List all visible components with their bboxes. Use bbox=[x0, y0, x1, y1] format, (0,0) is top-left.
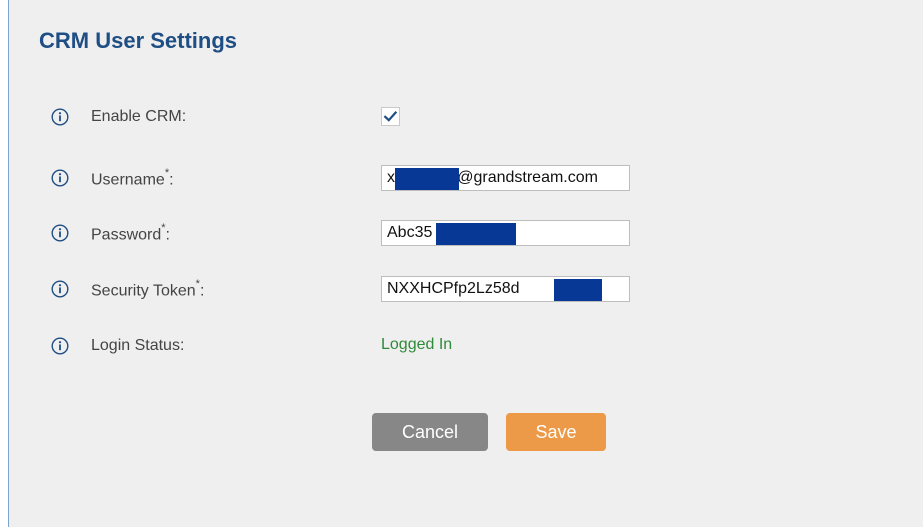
required-mark: * bbox=[195, 278, 200, 290]
info-icon[interactable] bbox=[51, 224, 69, 242]
row-security-token: Security Token*: NXXHCPfp2Lz58d 4G bbox=[51, 276, 851, 306]
redaction-block bbox=[395, 168, 459, 190]
enable-crm-label: Enable CRM: bbox=[91, 108, 187, 125]
required-mark: * bbox=[164, 167, 170, 179]
info-icon[interactable] bbox=[51, 337, 69, 355]
username-input[interactable]: x g@grandstream.com bbox=[381, 165, 630, 191]
info-icon[interactable] bbox=[51, 108, 69, 126]
cancel-button[interactable]: Cancel bbox=[372, 413, 488, 451]
redaction-block bbox=[554, 279, 602, 301]
row-username: Username*: x g@grandstream.com bbox=[51, 165, 851, 195]
info-icon[interactable] bbox=[51, 280, 69, 298]
required-mark: * bbox=[161, 222, 166, 234]
redaction-block bbox=[436, 223, 516, 245]
login-status-value: Logged In bbox=[381, 336, 453, 353]
password-input[interactable]: Abc35 bbox=[381, 220, 630, 246]
login-status-label: Login Status: bbox=[91, 337, 185, 354]
username-label: Username*: bbox=[91, 167, 174, 189]
row-login-status: Login Status: Logged In bbox=[51, 333, 851, 363]
security-token-input[interactable]: NXXHCPfp2Lz58d 4G bbox=[381, 276, 630, 302]
security-token-label: Security Token*: bbox=[91, 278, 205, 300]
crm-settings-panel: CRM User Settings Enable CRM: Username*:… bbox=[8, 0, 923, 527]
section-title: CRM User Settings bbox=[39, 28, 238, 53]
save-button[interactable]: Save bbox=[506, 413, 606, 451]
check-icon bbox=[383, 111, 398, 122]
row-enable-crm: Enable CRM: bbox=[51, 104, 851, 134]
row-password: Password*: Abc35 bbox=[51, 220, 851, 250]
enable-crm-checkbox[interactable] bbox=[381, 107, 400, 126]
info-icon[interactable] bbox=[51, 169, 69, 187]
password-value: Abc35 bbox=[387, 224, 433, 241]
password-label: Password*: bbox=[91, 222, 170, 244]
